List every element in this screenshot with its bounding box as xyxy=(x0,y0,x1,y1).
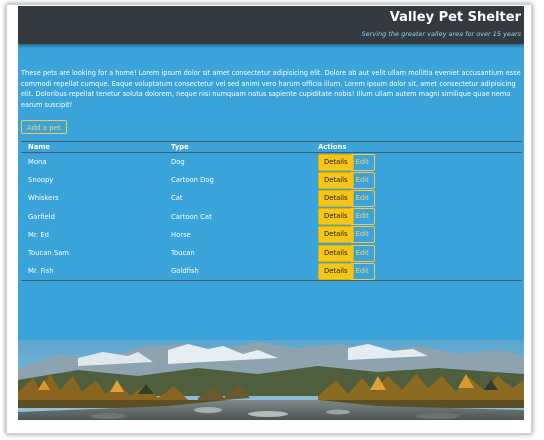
pet-type-cell: Horse xyxy=(171,230,191,239)
pet-name-cell: Toucan Sam xyxy=(28,249,69,258)
pet-name-cell: Mr. Ed xyxy=(28,230,49,239)
pets-table: Name Type Actions Mona Dog Details Edit Snoo… xyxy=(21,141,522,282)
table-row: Mr. Fish Goldfish Details Edit xyxy=(21,262,522,282)
page-subtitle: Serving the greater valley area for over… xyxy=(361,30,521,38)
pet-actions-cell: Details Edit xyxy=(311,208,522,226)
column-header-name: Name xyxy=(21,141,164,153)
details-button[interactable]: Details xyxy=(318,153,354,171)
edit-button[interactable]: Edit xyxy=(350,208,375,226)
details-button[interactable]: Details xyxy=(318,244,354,262)
edit-button[interactable]: Edit xyxy=(350,189,375,207)
page-header: Valley Pet Shelter Serving the greater v… xyxy=(18,6,524,44)
table-row: Mona Dog Details Edit xyxy=(21,153,522,172)
pet-type-cell: Toucan xyxy=(171,249,195,258)
column-header-type: Type xyxy=(164,141,311,153)
pet-actions-cell: Details Edit xyxy=(311,153,522,172)
pet-name-cell: Mr. Fish xyxy=(21,262,164,282)
pet-name-cell: Garfield xyxy=(28,212,55,221)
table-row: Mr. Ed Horse Details Edit xyxy=(21,226,522,244)
app-window: Valley Pet Shelter Serving the greater v… xyxy=(18,6,524,420)
table-row: Whiskers Cat Details Edit xyxy=(21,189,522,207)
details-button[interactable]: Details xyxy=(318,208,354,226)
edit-button[interactable]: Edit xyxy=(350,171,375,189)
pet-type-cell: Cat xyxy=(171,194,183,203)
pet-name-cell: Mona xyxy=(28,158,47,167)
pet-type-cell: Cartoon Dog xyxy=(171,176,214,185)
details-button[interactable]: Details xyxy=(318,226,354,244)
edit-button[interactable]: Edit xyxy=(350,226,375,244)
details-button[interactable]: Details xyxy=(318,171,354,189)
column-header-actions: Actions xyxy=(311,141,522,153)
pet-name-cell: Snoopy xyxy=(28,176,54,185)
pet-type-cell: Goldfish xyxy=(164,262,311,282)
details-button[interactable]: Details xyxy=(318,189,354,207)
pet-actions-cell: Details Edit xyxy=(311,171,522,189)
intro-paragraph: These pets are looking for a home! Lorem… xyxy=(21,69,521,109)
pet-actions-cell: Details Edit xyxy=(311,244,522,262)
edit-button[interactable]: Edit xyxy=(350,153,375,171)
edit-button[interactable]: Edit xyxy=(350,262,375,280)
table-row: Snoopy Cartoon Dog Details Edit xyxy=(21,171,522,189)
details-button[interactable]: Details xyxy=(318,262,354,280)
table-row: Garfield Cartoon Cat Details Edit xyxy=(21,208,522,226)
pet-name-cell: Whiskers xyxy=(28,194,59,203)
table-row: Toucan Sam Toucan Details Edit xyxy=(21,244,522,262)
pet-actions-cell: Details Edit xyxy=(311,189,522,207)
pet-actions-cell: Details Edit xyxy=(311,262,522,282)
add-pet-button[interactable]: Add a pet xyxy=(21,120,67,134)
page-title: Valley Pet Shelter xyxy=(389,10,521,25)
pets-table-body: Mona Dog Details Edit Snoopy Cartoon Dog Detai… xyxy=(21,153,522,282)
pet-type-cell: Dog xyxy=(171,158,185,167)
pet-type-cell: Cartoon Cat xyxy=(171,212,212,221)
table-header-row: Name Type Actions xyxy=(21,141,522,153)
edit-button[interactable]: Edit xyxy=(350,244,375,262)
landscape-image xyxy=(18,340,524,420)
pet-actions-cell: Details Edit xyxy=(311,226,522,244)
